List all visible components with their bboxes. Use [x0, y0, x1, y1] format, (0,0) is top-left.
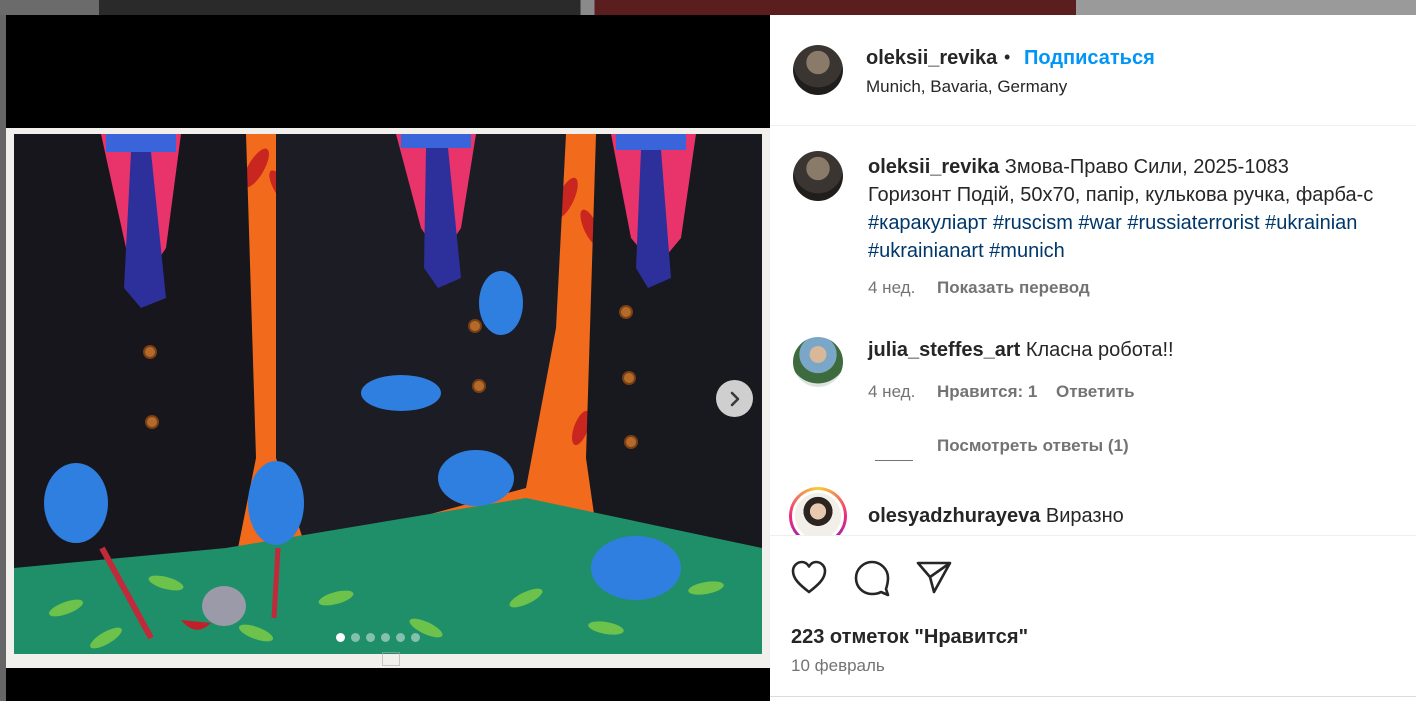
caption-time: 4 нед. [868, 278, 916, 297]
post-modal: oleksii_revika • Подписаться Munich, Bav… [6, 15, 1416, 701]
show-translation-button[interactable]: Показать перевод [937, 278, 1090, 298]
caption-line-2: Горизонт Подій, 50х70, папір, кулькова р… [868, 184, 1374, 206]
comment-button[interactable] [853, 559, 891, 602]
panel-divider [770, 696, 1416, 697]
carousel-dot [411, 633, 420, 642]
comment-icon [854, 560, 890, 597]
post-sidebar: oleksii_revika • Подписаться Munich, Bav… [770, 15, 1416, 701]
image-corner-mark [382, 652, 400, 666]
carousel-next-button[interactable] [716, 380, 753, 417]
post-media [6, 15, 770, 701]
post-header: oleksii_revika • Подписаться Munich, Bav… [770, 15, 1416, 126]
author-avatar[interactable] [793, 45, 843, 95]
comment-text: julia_steffes_art Класна робота!! [868, 339, 1174, 362]
chevron-right-icon [730, 391, 739, 406]
carousel-dot [351, 633, 360, 642]
comment-likes-label[interactable]: Нравится: 1 [937, 382, 1037, 401]
heart-icon [791, 560, 827, 594]
share-button[interactable] [915, 559, 953, 600]
show-translation-label[interactable]: Показать перевод [937, 278, 1090, 297]
carousel-dot [366, 633, 375, 642]
comment-avatar[interactable] [792, 490, 844, 535]
caption-text: oleksii_revika Змова-Право Сили, 2025-10… [868, 153, 1416, 265]
likes-count[interactable]: 223 отметок "Нравится" [791, 626, 1028, 649]
paper-plane-icon [916, 561, 952, 594]
comment-username[interactable]: julia_steffes_art [868, 339, 1020, 361]
comment-body: Класна робота!! [1025, 339, 1174, 361]
carousel-dot [396, 633, 405, 642]
artwork-image [6, 128, 770, 668]
comment-likes-button: Нравится: 1 [937, 382, 1037, 402]
separator-bullet: • [1004, 47, 1011, 67]
comments-list[interactable]: oleksii_revika Змова-Право Сили, 2025-10… [770, 127, 1416, 535]
comment-reply-button: Ответить [1056, 382, 1135, 402]
post-location[interactable]: Munich, Bavaria, Germany [866, 77, 1067, 97]
like-button[interactable] [790, 559, 828, 600]
post-date: 10 февраль [791, 656, 885, 675]
view-replies-button: Посмотреть ответы (1) [937, 436, 1129, 456]
background-page-strip [0, 0, 1416, 15]
caption-username[interactable]: oleksii_revika [868, 156, 999, 178]
comment-body: Виразно [1045, 505, 1124, 527]
caption-hashtags-2[interactable]: #ukrainianart #munich [868, 237, 1416, 265]
post-actions: 223 отметок "Нравится" 10 февраль [770, 535, 1416, 701]
follow-button[interactable]: Подписаться [1024, 47, 1155, 70]
author-username[interactable]: oleksii_revika [866, 47, 997, 70]
caption-hashtags-1[interactable]: #каракуліарт #ruscism #war #russiaterror… [868, 209, 1416, 237]
carousel-dot [381, 633, 390, 642]
view-replies-label[interactable]: Посмотреть ответы (1) [937, 436, 1129, 455]
comment-text: olesyadzhurayeva Виразно [868, 505, 1124, 528]
comment-time: 4 нед. [868, 382, 916, 401]
comment-reply-label[interactable]: Ответить [1056, 382, 1135, 401]
caption-author-avatar[interactable] [793, 151, 843, 201]
replies-divider-line [875, 460, 913, 461]
comment-avatar[interactable] [793, 337, 843, 387]
carousel-indicators [6, 633, 760, 642]
caption-line-1: Змова-Право Сили, 2025-1083 [1004, 156, 1289, 178]
comment-username[interactable]: olesyadzhurayeva [868, 505, 1040, 527]
carousel-dot [336, 633, 345, 642]
